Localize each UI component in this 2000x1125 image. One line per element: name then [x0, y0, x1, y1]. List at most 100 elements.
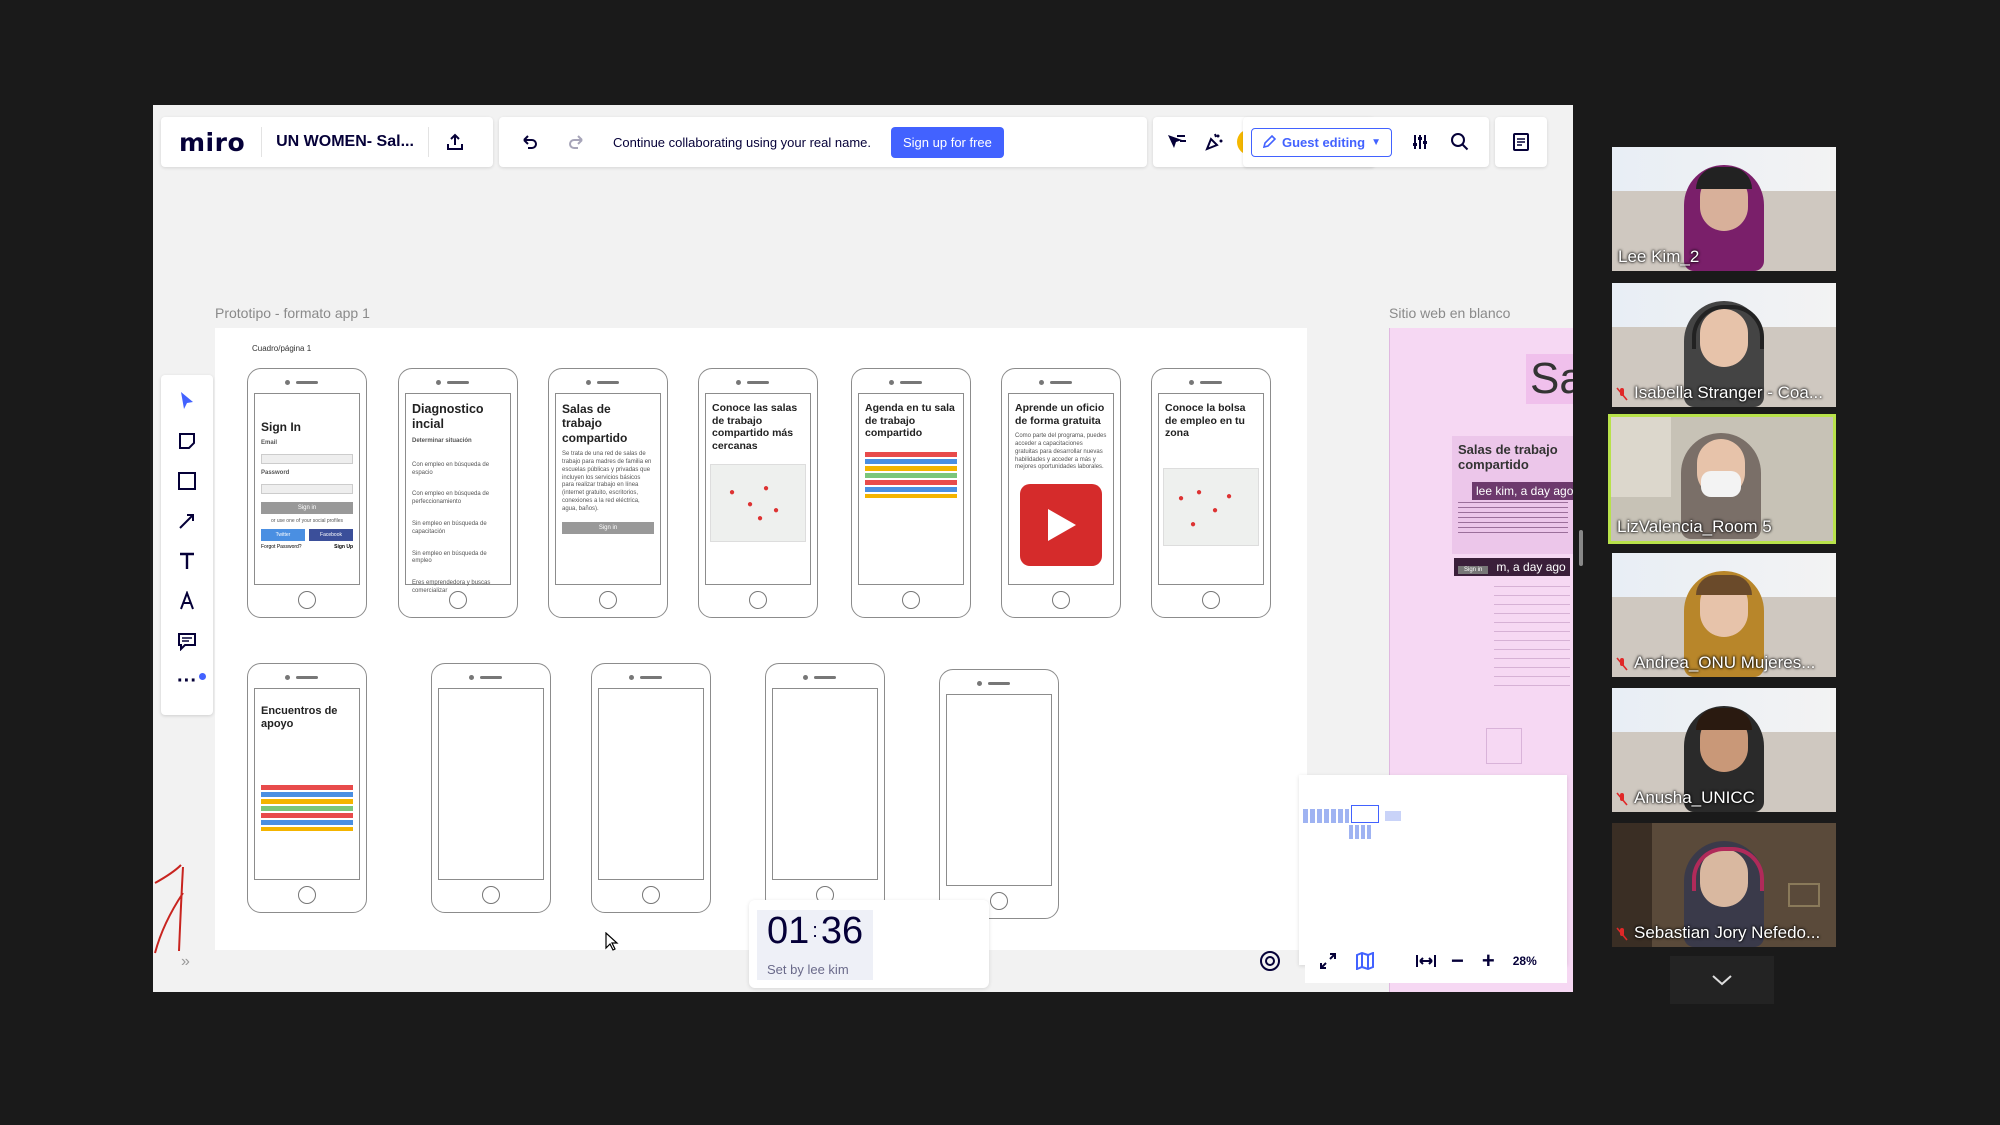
- phone-title: Aprende un oficio de forma gratuita: [1015, 402, 1105, 427]
- zoom-out-icon[interactable]: −: [1451, 948, 1464, 974]
- option-text: Sin empleo en búsqueda de empleo: [412, 550, 487, 565]
- notes-icon[interactable]: [1511, 132, 1531, 152]
- pen-icon[interactable]: [175, 589, 199, 613]
- phone-mockup-agenda[interactable]: Agenda en tu sala de trabajo compartido: [851, 368, 971, 618]
- phone-mockup-mapa-salas[interactable]: Conoce las salas de trabajo compartido m…: [698, 368, 818, 618]
- muted-mic-icon: [1616, 927, 1628, 941]
- map-image: ● ● ● ● ●: [710, 464, 806, 543]
- connector-line-icon[interactable]: [175, 509, 199, 533]
- participant-video-tile[interactable]: Sebastian Jory Nefedo...: [1612, 823, 1836, 947]
- participant-video-tile[interactable]: Anusha_UNICC: [1612, 688, 1836, 812]
- redo-icon[interactable]: [567, 132, 587, 152]
- divider: [427, 127, 429, 157]
- more-tools-icon[interactable]: ···: [175, 669, 199, 693]
- phone-subtitle: Determinar situación: [412, 438, 472, 444]
- tools-toolbar: ···: [161, 375, 213, 715]
- participant-name: LizValencia_Room 5: [1617, 517, 1772, 536]
- sign-up-button[interactable]: Sign up for free: [891, 126, 1004, 158]
- phone-title: Sign In: [261, 420, 301, 434]
- timer-set-by: Set by lee kim: [767, 962, 849, 977]
- select-cursor-icon[interactable]: [175, 389, 199, 413]
- panel-resize-handle[interactable]: [1579, 530, 1583, 566]
- notes-panel: [1495, 117, 1547, 167]
- website-hero-text: Sa: [1526, 354, 1573, 404]
- expand-panel-icon[interactable]: »: [181, 953, 190, 971]
- rectangle-icon[interactable]: [175, 469, 199, 493]
- zoom-controls: − + 28%: [1305, 939, 1567, 983]
- participant-name: Anusha_UNICC: [1634, 788, 1755, 807]
- comment-tag[interactable]: lee kim, a day ago: [1472, 482, 1573, 500]
- youtube-play-icon: [1020, 484, 1102, 567]
- fullscreen-icon[interactable]: [1319, 952, 1337, 970]
- drawing-stroke: [154, 864, 184, 954]
- timer-colon: :: [812, 920, 818, 942]
- image-placeholder-icon: [1486, 728, 1522, 764]
- muted-mic-icon: [1616, 387, 1628, 401]
- phone-title: Encuentros de apoyo: [261, 705, 338, 731]
- phone-mockup-blank[interactable]: [939, 669, 1059, 919]
- phone-mockup-blank[interactable]: [431, 663, 551, 913]
- zoom-in-icon[interactable]: +: [1482, 948, 1495, 974]
- prototype-frame[interactable]: Cuadro/página 1 Sign In Email Password S…: [215, 328, 1307, 950]
- guest-editing-button[interactable]: Guest editing ▼: [1251, 127, 1392, 157]
- phone-title: Diagnostico incial: [412, 402, 484, 431]
- sign-in-btn: Sign in: [261, 501, 353, 514]
- muted-mic-icon: [1616, 657, 1628, 671]
- notification-dot: [199, 673, 206, 680]
- phone-mockup-bolsa-empleo[interactable]: Conoce la bolsa de empleo en tu zona ● ●…: [1151, 368, 1271, 618]
- email-label: Email: [261, 440, 278, 447]
- undo-icon[interactable]: [519, 132, 539, 152]
- phone-mockup-oficio[interactable]: Aprende un oficio de forma gratuita Como…: [1001, 368, 1121, 618]
- divider: [261, 127, 263, 157]
- map-image: ● ● ● ● ●: [1163, 467, 1259, 546]
- sticky-note-icon[interactable]: [175, 429, 199, 453]
- reactions-icon[interactable]: [1203, 131, 1225, 153]
- muted-mic-icon: [1616, 792, 1628, 806]
- collab-message: Continue collaborating using your real n…: [613, 134, 871, 150]
- board-title[interactable]: UN WOMEN- Sal...: [276, 133, 414, 151]
- comment-tag[interactable]: Sign in m, a day ago: [1454, 558, 1570, 576]
- comment-icon[interactable]: [175, 629, 199, 653]
- zoom-level[interactable]: 28%: [1513, 954, 1537, 968]
- phone-mockup-blank[interactable]: [765, 663, 885, 913]
- phone-mockup-encuentros[interactable]: Encuentros de apoyo: [247, 663, 367, 913]
- participant-video-tile[interactable]: Isabella Stranger - Coa...: [1612, 283, 1836, 407]
- help-lifebuoy-icon[interactable]: [1259, 950, 1281, 972]
- option-text: Con empleo en búsqueda de espacio: [412, 461, 490, 476]
- phone-title: Agenda en tu sala de trabajo compartido: [865, 402, 955, 440]
- participant-video-tile[interactable]: Lee Kim_2: [1612, 147, 1836, 271]
- cursor-arrow-icon[interactable]: [1165, 132, 1187, 152]
- phone-body: Se trata de una red de salas de trabajo …: [562, 451, 652, 512]
- phone-mockup-blank[interactable]: [591, 663, 711, 913]
- participant-video-tile[interactable]: Andrea_ONU Mujeres...: [1612, 553, 1836, 677]
- miro-window: miro UN WOMEN- Sal... Continue collabora…: [153, 105, 1573, 992]
- chevron-down-icon: ▼: [1371, 136, 1381, 148]
- option-text: Con empleo en búsqueda de perfeccionamie…: [412, 491, 490, 506]
- board-header: miro UN WOMEN- Sal...: [161, 117, 493, 167]
- frame-title-prototype[interactable]: Prototipo - formato app 1: [215, 305, 370, 321]
- export-icon[interactable]: [445, 132, 465, 152]
- frame-title-website[interactable]: Sitio web en blanco: [1389, 305, 1510, 321]
- minimap[interactable]: [1299, 775, 1567, 965]
- miro-logo[interactable]: miro: [179, 128, 245, 157]
- phone-mockup-salas[interactable]: Salas de trabajo compartido Se trata de …: [548, 368, 668, 618]
- chevron-down-icon: [1712, 975, 1732, 986]
- collab-bar: Continue collaborating using your real n…: [499, 117, 1147, 167]
- fit-width-icon[interactable]: [1415, 953, 1437, 969]
- timer-minutes: 01: [767, 910, 810, 952]
- participant-video-tile-active[interactable]: LizValencia_Room 5: [1608, 414, 1836, 544]
- forgot-password-text: Forgot Password?: [261, 544, 302, 551]
- phone-mockup-diagnostico[interactable]: Diagnostico incial Determinar situación …: [398, 368, 518, 618]
- text-icon[interactable]: [175, 549, 199, 573]
- search-icon[interactable]: [1450, 132, 1470, 152]
- scroll-participants-down-button[interactable]: [1670, 956, 1774, 1004]
- map-icon[interactable]: [1355, 952, 1375, 970]
- settings-sliders-icon[interactable]: [1410, 132, 1430, 152]
- sign-in-btn: Sign in: [1458, 566, 1489, 574]
- timer-widget[interactable]: 01 : 36 Set by lee kim: [749, 900, 989, 988]
- card-title: Salas de trabajo compartido: [1458, 442, 1558, 472]
- card-body-lines: [1458, 502, 1568, 536]
- comment-text: m, a day ago: [1496, 560, 1566, 574]
- phone-title: Salas de trabajo compartido: [562, 402, 628, 445]
- phone-mockup-sign-in[interactable]: Sign In Email Password Sign in or use on…: [247, 368, 367, 618]
